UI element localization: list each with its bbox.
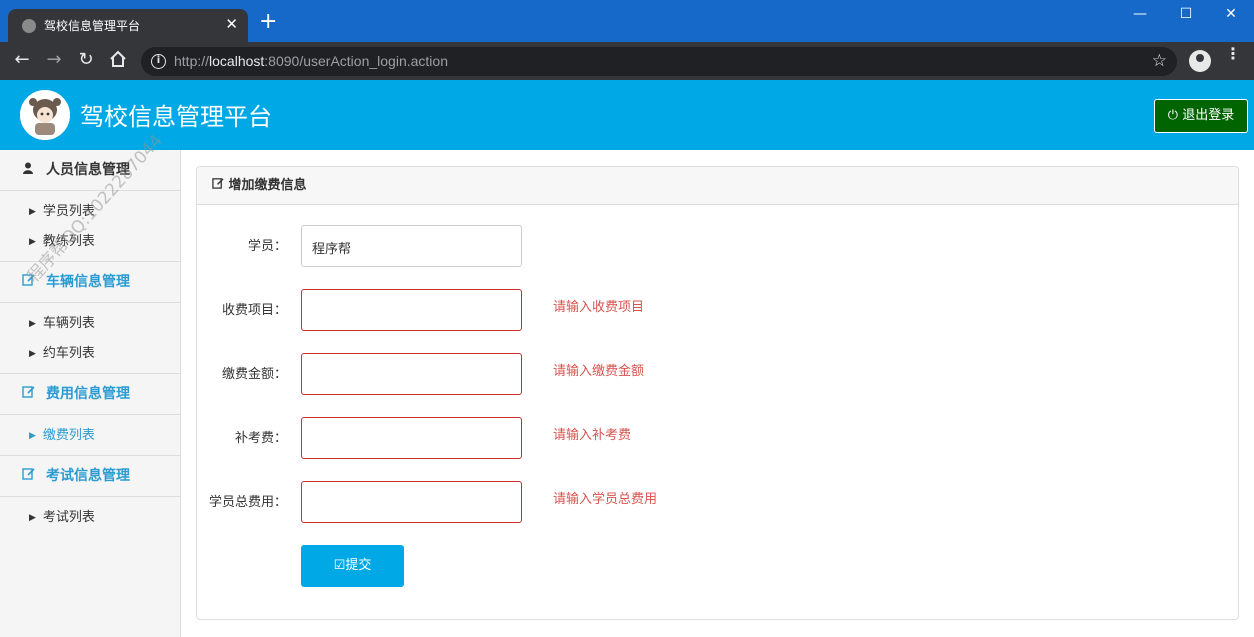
globe-icon bbox=[22, 19, 36, 33]
check-square-icon: ☑ bbox=[333, 558, 346, 573]
sidebar-group-label: 费用信息管理 bbox=[46, 386, 130, 402]
info-icon[interactable]: i bbox=[151, 54, 166, 69]
fee-item-label: 收费项目： bbox=[221, 303, 287, 318]
student-label: 学员： bbox=[247, 239, 287, 254]
power-icon: ⏻ bbox=[1167, 108, 1179, 123]
sidebar-group-exams[interactable]: 考试信息管理 bbox=[0, 456, 180, 497]
tab-title: 驾校信息管理平台 bbox=[44, 19, 141, 33]
edit-icon bbox=[22, 374, 38, 414]
edit-icon bbox=[212, 178, 229, 193]
browser-toolbar: ← → ↻ i http://localhost:8090/userAction… bbox=[0, 42, 1254, 80]
retake-fee-error: 请输入补考费 bbox=[553, 428, 632, 443]
user-icon bbox=[22, 150, 38, 190]
caret-right-icon: ▶ bbox=[29, 513, 36, 523]
payment-amount-input[interactable] bbox=[301, 353, 522, 395]
panel-title: 增加缴费信息 bbox=[228, 178, 307, 193]
payment-amount-label: 缴费金额： bbox=[221, 367, 287, 382]
sidebar-item-exam-list[interactable]: ▶ 考试列表 bbox=[0, 503, 180, 533]
sidebar-item-coaches[interactable]: ▶ 教练列表 bbox=[0, 227, 180, 257]
new-tab-button[interactable]: + bbox=[259, 11, 277, 33]
total-fee-input[interactable] bbox=[301, 481, 522, 523]
sidebar-group-fees[interactable]: 费用信息管理 bbox=[0, 374, 180, 415]
fee-item-error: 请输入收费项目 bbox=[553, 300, 645, 315]
logout-button[interactable]: ⏻ 退出登录 bbox=[1154, 99, 1248, 133]
retake-fee-input[interactable] bbox=[301, 417, 522, 459]
bookmark-star-icon[interactable]: ☆ bbox=[1152, 51, 1167, 71]
reload-icon[interactable]: ↻ bbox=[75, 50, 97, 70]
sidebar-item-bookings[interactable]: ▶ 约车列表 bbox=[0, 339, 180, 369]
maximize-button[interactable]: ☐ bbox=[1176, 6, 1196, 22]
fee-item-input[interactable] bbox=[301, 289, 522, 331]
edit-icon bbox=[22, 456, 38, 496]
back-arrow-icon[interactable]: ← bbox=[11, 50, 33, 70]
retake-fee-label: 补考费： bbox=[234, 431, 287, 446]
profile-avatar-icon[interactable] bbox=[1189, 50, 1211, 72]
window-close-button[interactable]: ✕ bbox=[1221, 6, 1241, 22]
sidebar-items-vehicles: ▶ 车辆列表 ▶ 约车列表 bbox=[0, 303, 180, 374]
logo bbox=[20, 90, 70, 140]
sidebar-group-label: 考试信息管理 bbox=[46, 468, 130, 484]
total-fee-label: 学员总费用： bbox=[208, 495, 287, 510]
minimize-button[interactable]: — bbox=[1130, 6, 1150, 22]
sidebar-group-label: 车辆信息管理 bbox=[46, 274, 130, 290]
browser-tab[interactable]: 驾校信息管理平台 ✕ bbox=[8, 9, 248, 42]
app-title: 驾校信息管理平台 bbox=[80, 103, 272, 131]
panel-header: 增加缴费信息 bbox=[197, 167, 1238, 205]
caret-right-icon: ▶ bbox=[29, 431, 36, 441]
logout-label: 退出登录 bbox=[1182, 108, 1235, 123]
add-payment-panel: 增加缴费信息 学员： 程序帮 收费项目： 请输入收费项目 缴费金额： 请输入缴费… bbox=[196, 166, 1239, 620]
browser-titlebar: 驾校信息管理平台 ✕ + — ☐ ✕ bbox=[0, 0, 1254, 42]
sidebar-items-exams: ▶ 考试列表 bbox=[0, 497, 180, 537]
submit-label: 提交 bbox=[345, 558, 372, 573]
more-menu-icon[interactable]: ⋮ bbox=[1223, 46, 1243, 62]
url-text[interactable]: http://localhost:8090/userAction_login.a… bbox=[174, 53, 448, 69]
app-header: 驾校信息管理平台 ⏻ 退出登录 bbox=[0, 80, 1254, 150]
caret-right-icon: ▶ bbox=[29, 319, 36, 329]
payment-amount-error: 请输入缴费金额 bbox=[553, 364, 645, 379]
address-bar[interactable]: i http://localhost:8090/userAction_login… bbox=[141, 47, 1177, 76]
tab-close-icon[interactable]: ✕ bbox=[225, 15, 238, 33]
sidebar-item-payments[interactable]: ▶ 缴费列表 bbox=[0, 421, 180, 451]
total-fee-error: 请输入学员总费用 bbox=[553, 492, 658, 507]
caret-right-icon: ▶ bbox=[29, 349, 36, 359]
sidebar-items-fees: ▶ 缴费列表 bbox=[0, 415, 180, 456]
student-field[interactable]: 程序帮 bbox=[301, 225, 522, 267]
sidebar-item-vehicle-list[interactable]: ▶ 车辆列表 bbox=[0, 309, 180, 339]
submit-button[interactable]: ☑提交 bbox=[301, 545, 404, 587]
caret-right-icon: ▶ bbox=[29, 207, 36, 217]
forward-arrow-icon[interactable]: → bbox=[43, 50, 65, 70]
home-icon[interactable] bbox=[107, 50, 129, 73]
